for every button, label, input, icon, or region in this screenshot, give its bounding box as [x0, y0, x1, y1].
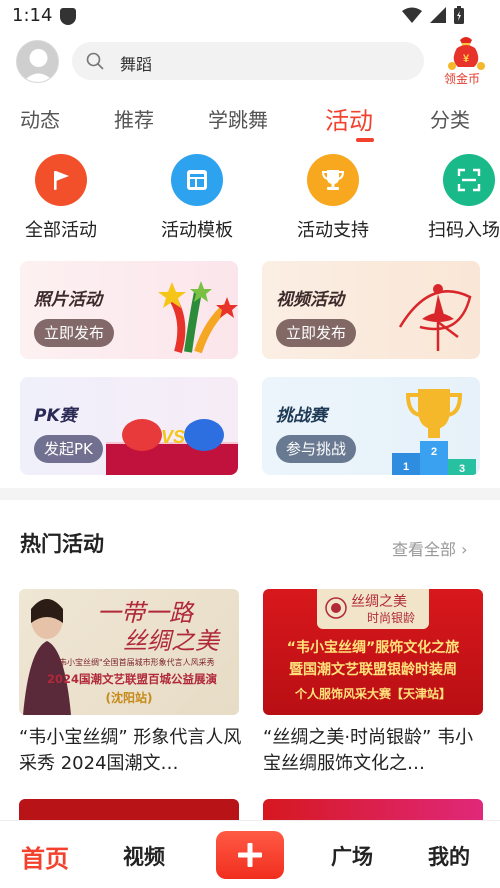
image-subline-1: “韦小宝丝绸”服饰文化之旅 [286, 640, 460, 656]
top-tabs: 动态 推荐 学跳舞 活动 分类 [0, 100, 500, 146]
challenge-card[interactable]: 挑战赛 参与挑战 1 2 3 [262, 377, 480, 475]
quick-label: 活动支持 [297, 220, 369, 241]
view-all-link[interactable]: 查看全部 › [392, 536, 468, 560]
tab-recommend[interactable]: 推荐 [114, 104, 154, 133]
battery-icon [454, 6, 464, 24]
active-tab-indicator [356, 138, 374, 142]
search-input[interactable]: 舞蹈 [72, 42, 424, 80]
quick-label: 扫码入场 [428, 220, 500, 241]
nav-mine[interactable]: 我的 [428, 841, 470, 871]
plus-icon [238, 843, 262, 867]
view-all-label: 查看全部 [392, 540, 457, 559]
start-pk-button[interactable]: 发起PK [34, 435, 103, 463]
tab-dynamic[interactable]: 动态 [20, 104, 60, 133]
dancer-icon [398, 284, 472, 351]
quick-all-activities[interactable]: 全部活动 [11, 154, 111, 244]
search-text: 舞蹈 [120, 55, 153, 74]
template-icon [171, 154, 223, 206]
activity-image-3-peek[interactable] [19, 799, 239, 821]
svg-text:¥: ¥ [463, 53, 470, 65]
nav-home[interactable]: 首页 [21, 839, 69, 874]
create-button[interactable] [216, 831, 284, 879]
chevron-right-icon: › [461, 540, 468, 559]
status-bar: 1:14 [0, 0, 500, 32]
quick-activity-support[interactable]: 活动支持 [283, 154, 383, 244]
photo-activity-card[interactable]: 照片活动 立即发布 [20, 261, 238, 359]
tab-category[interactable]: 分类 [430, 104, 470, 133]
wifi-icon [402, 7, 422, 23]
search-icon [86, 52, 104, 70]
activity-image-2[interactable]: 丝绸之美 时尚银龄 “韦小宝丝绸”服饰文化之旅 暨国潮文艺联盟银龄时装周 个人服… [263, 589, 483, 715]
quick-label: 全部活动 [25, 220, 97, 241]
card-title: 照片活动 [34, 290, 102, 310]
image-headline-1: 丝绸之美 [351, 594, 407, 610]
quick-activity-templates[interactable]: 活动模板 [147, 154, 247, 244]
join-challenge-button[interactable]: 参与挑战 [276, 435, 357, 463]
nav-square[interactable]: 广场 [331, 841, 373, 871]
signal-icon [430, 7, 446, 23]
status-icons [402, 6, 464, 24]
quick-label: 活动模板 [161, 220, 233, 241]
svg-text:1: 1 [403, 461, 409, 473]
image-headline-2: 丝绸之美 [123, 627, 219, 655]
card-title: 挑战赛 [276, 406, 327, 426]
image-subline-2: 暨国潮文艺联盟银龄时装周 [289, 662, 457, 678]
quick-scan-entry[interactable]: 扫码入场 [419, 154, 500, 244]
image-subline-1: "韦小宝丝绸"全国首届城市形象代言人风采秀 [55, 658, 215, 667]
activity-image-4-peek[interactable] [263, 799, 483, 821]
boxing-gloves-icon: VS [106, 419, 238, 475]
svg-text:2: 2 [431, 446, 437, 458]
bottom-nav: 首页 视频 广场 我的 [0, 820, 500, 888]
podium-trophy-icon: 1 2 3 [392, 389, 476, 475]
avatar[interactable] [16, 40, 59, 83]
card-title: 视频活动 [276, 290, 344, 310]
activity-caption-2[interactable]: “丝绸之美·时尚银龄” 韦小宝丝绸服饰文化之… [263, 725, 489, 777]
hot-activities-title: 热门活动 [20, 532, 104, 556]
coin-reward-button[interactable]: ¥ 领金币 [440, 32, 492, 88]
image-subline-3: 个人服饰风采大赛【天津站】 [294, 687, 451, 701]
activity-image-1[interactable]: 一带一路 丝绸之美 "韦小宝丝绸"全国首届城市形象代言人风采秀 2024国潮文艺… [19, 589, 239, 715]
image-headline-2: 时尚银龄 [367, 611, 416, 625]
tab-learn-dance[interactable]: 学跳舞 [208, 104, 268, 133]
pk-contest-card[interactable]: PK赛 发起PK VS [20, 377, 238, 475]
card-title: PK赛 [34, 406, 77, 426]
nav-video[interactable]: 视频 [123, 841, 165, 871]
money-bag-icon: ¥ [448, 37, 485, 70]
tab-activity[interactable]: 活动 [325, 101, 373, 136]
section-divider [0, 488, 500, 500]
image-subline-2: 2024国潮文艺联盟百城公益展演 [46, 672, 217, 686]
image-subline-3: (沈阳站) [105, 691, 153, 705]
seal-icon [325, 597, 347, 619]
activity-caption-1[interactable]: “韦小宝丝绸” 形象代言人风采秀 2024国潮文… [19, 725, 245, 777]
trophy-icon [307, 154, 359, 206]
publish-button[interactable]: 立即发布 [276, 319, 357, 347]
status-time: 1:14 [12, 5, 53, 26]
publish-button[interactable]: 立即发布 [34, 319, 115, 347]
video-activity-card[interactable]: 视频活动 立即发布 [262, 261, 480, 359]
svg-text:3: 3 [459, 463, 465, 475]
shield-icon [60, 8, 76, 25]
svg-text:VS: VS [161, 427, 185, 447]
coin-label: 领金币 [444, 72, 481, 86]
stars-icon [158, 281, 238, 354]
scan-icon [443, 154, 495, 206]
flag-icon [35, 154, 87, 206]
